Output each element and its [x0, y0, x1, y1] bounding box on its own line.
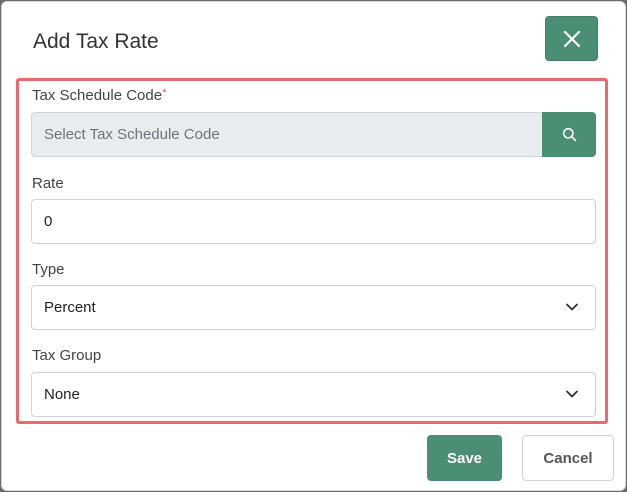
save-button[interactable]: Save [427, 435, 502, 481]
tax-schedule-code-label-text: Tax Schedule Code [32, 87, 163, 104]
chevron-down-icon [566, 390, 578, 398]
modal-title: Add Tax Rate [33, 30, 159, 53]
tax-schedule-search-button[interactable] [542, 112, 596, 157]
rate-value: 0 [44, 213, 53, 230]
tax-schedule-code-input[interactable]: Select Tax Schedule Code [31, 112, 543, 157]
type-selected-value: Percent [44, 299, 96, 316]
close-button[interactable] [545, 16, 598, 61]
chevron-down-icon [566, 303, 578, 311]
search-icon [562, 127, 576, 142]
close-icon [563, 30, 580, 47]
rate-label: Rate [32, 175, 64, 192]
type-label: Type [32, 261, 65, 278]
tax-schedule-code-label: Tax Schedule Code* [32, 87, 166, 105]
type-select[interactable]: Percent [31, 285, 596, 330]
rate-input[interactable]: 0 [31, 199, 596, 244]
cancel-button[interactable]: Cancel [522, 435, 614, 481]
tax-schedule-code-placeholder: Select Tax Schedule Code [44, 126, 220, 143]
tax-group-select[interactable]: None [31, 372, 596, 417]
required-marker: * [162, 87, 167, 99]
tax-group-label: Tax Group [32, 347, 102, 364]
tax-group-selected-value: None [44, 386, 80, 403]
